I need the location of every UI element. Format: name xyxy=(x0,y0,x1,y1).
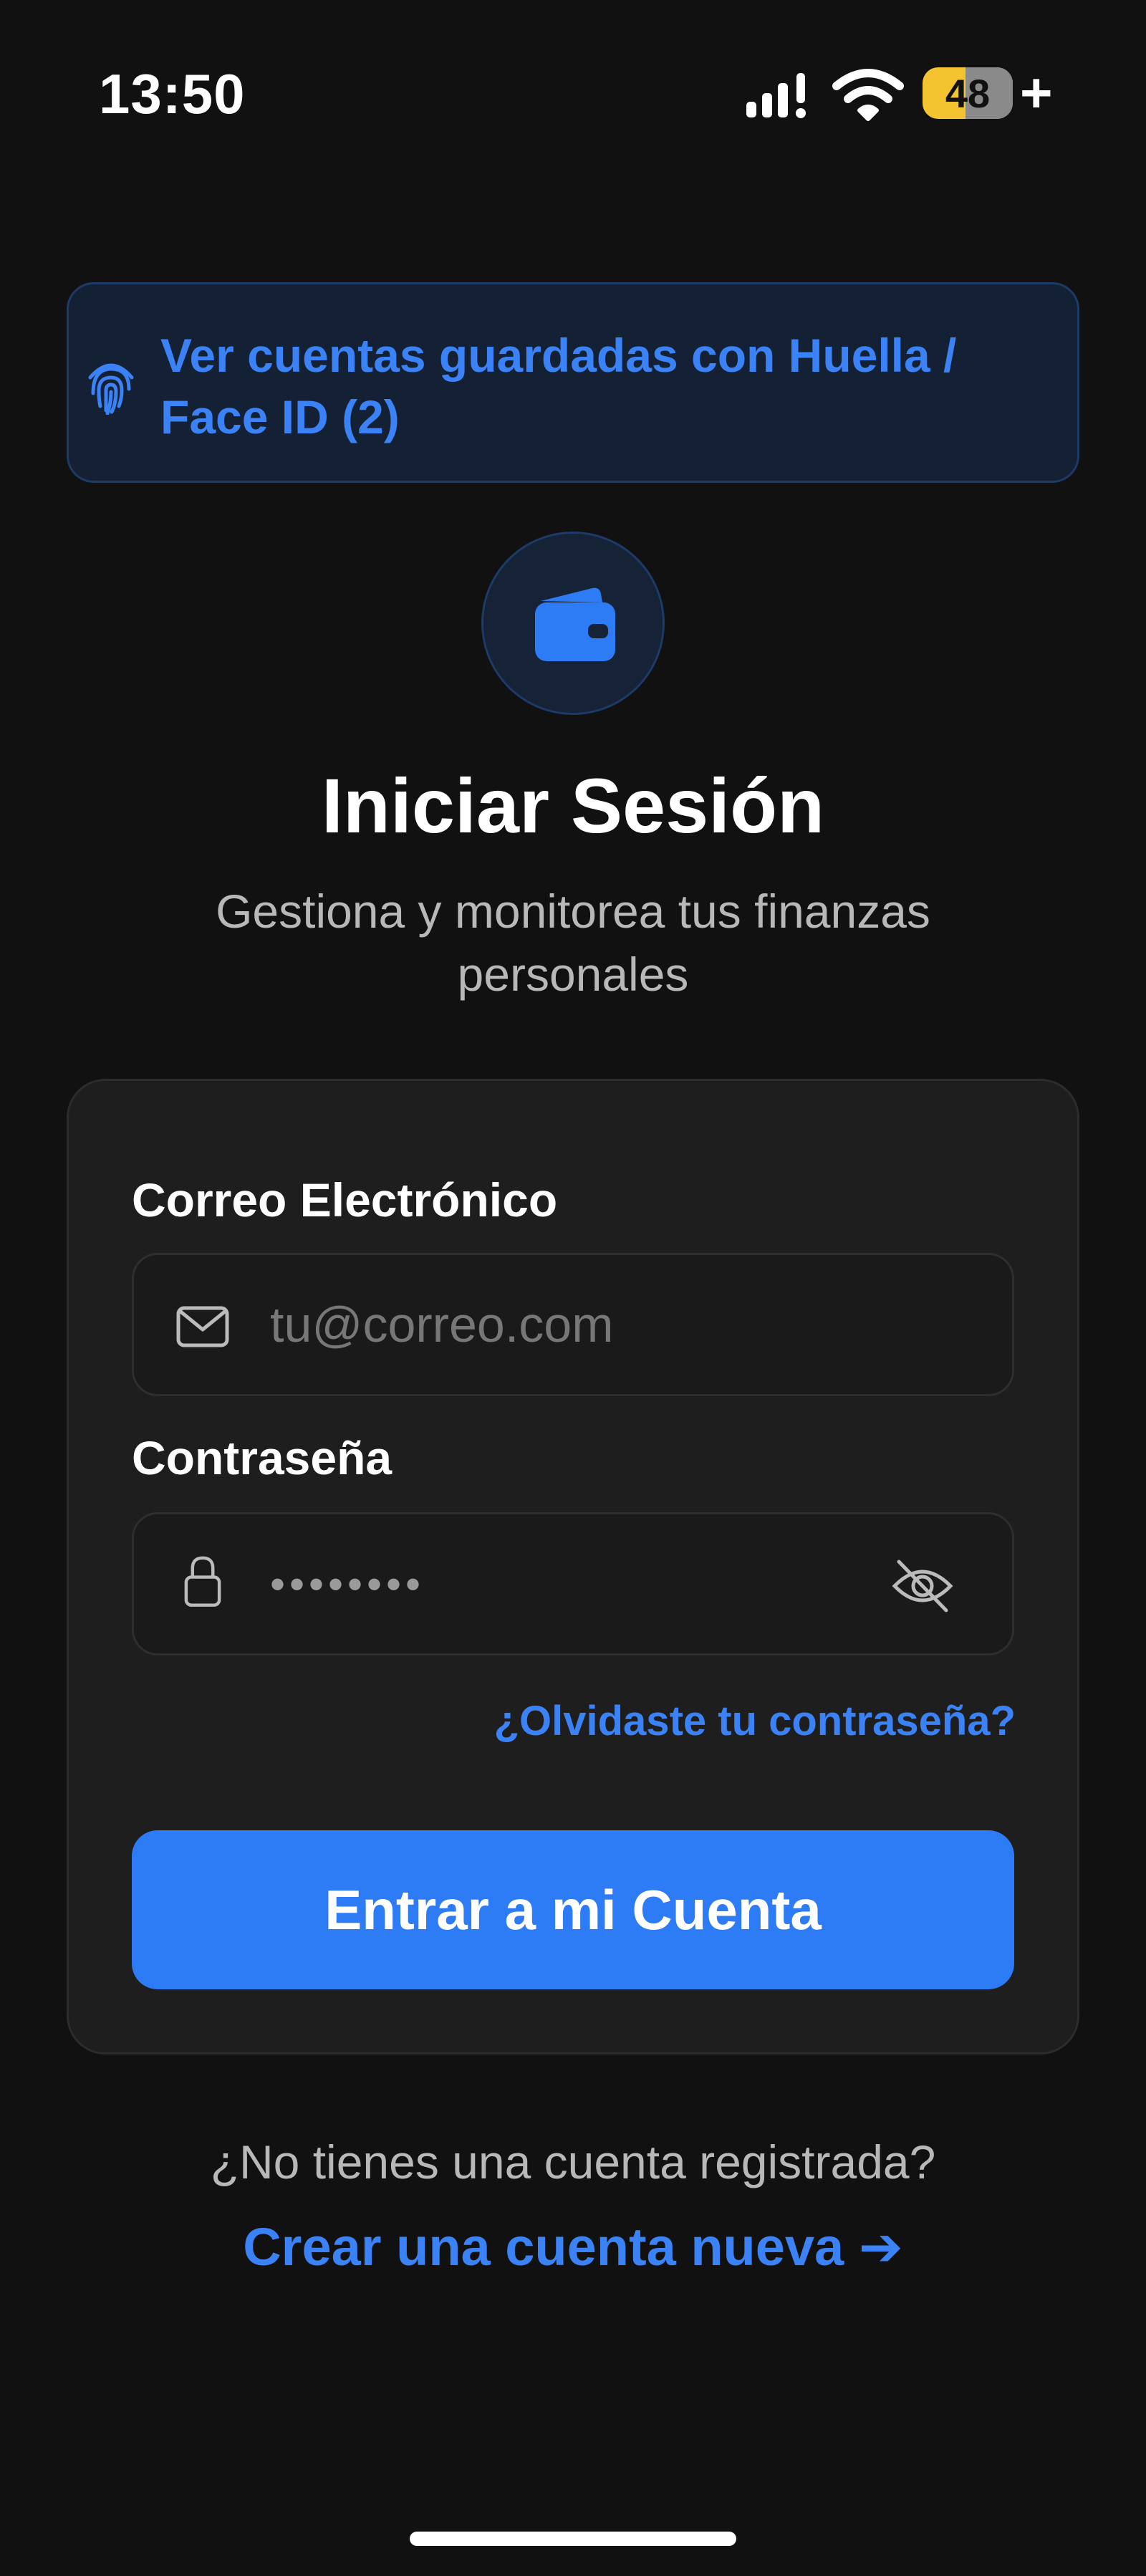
forgot-password-link[interactable]: ¿Olvidaste tu contraseña? xyxy=(494,1697,1016,1745)
page-title: Iniciar Sesión xyxy=(321,762,825,849)
email-label: Correo Electrónico xyxy=(132,1173,558,1226)
saved-accounts-label: Ver cuentas guardadas con Huella / Face … xyxy=(160,329,957,443)
email-field[interactable] xyxy=(132,1253,1014,1396)
cellular-signal-icon xyxy=(746,73,806,118)
password-field[interactable]: •••••••• xyxy=(132,1512,1014,1655)
password-input[interactable]: •••••••• xyxy=(270,1514,915,1653)
page-subtitle: Gestiona y monitorea tus finanzas person… xyxy=(216,885,930,1001)
home-indicator[interactable] xyxy=(410,2532,736,2546)
password-label: Contraseña xyxy=(132,1431,393,1484)
eye-off-icon[interactable] xyxy=(890,1556,955,1616)
app-logo xyxy=(481,532,665,715)
saved-accounts-button[interactable]: Ver cuentas guardadas con Huella / Face … xyxy=(67,282,1079,483)
email-input[interactable] xyxy=(270,1255,915,1394)
status-bar: 13:50 48 + xyxy=(0,0,1146,186)
charging-indicator: + xyxy=(1020,61,1053,124)
login-button[interactable]: Entrar a mi Cuenta xyxy=(132,1830,1014,1989)
login-screen: 13:50 48 + Ver cuentas guardadas con Hue… xyxy=(0,0,1146,2576)
status-time: 13:50 xyxy=(99,62,246,125)
battery-level: 48 xyxy=(945,70,991,116)
create-account-link[interactable]: Crear una cuenta nueva ➔ xyxy=(0,2216,1146,2278)
status-icons: 48 + xyxy=(738,61,1053,124)
login-form-card: Correo Electrónico Contraseña •••••••• ¿… xyxy=(67,1079,1079,2054)
register-prompt: ¿No tienes una cuenta registrada? xyxy=(210,2135,936,2188)
fingerprint-icon xyxy=(88,363,134,415)
battery-icon: 48 xyxy=(923,67,1013,119)
lock-icon xyxy=(184,1556,221,1607)
wallet-icon xyxy=(535,587,615,661)
mail-icon xyxy=(176,1306,229,1347)
wifi-icon xyxy=(832,69,904,121)
